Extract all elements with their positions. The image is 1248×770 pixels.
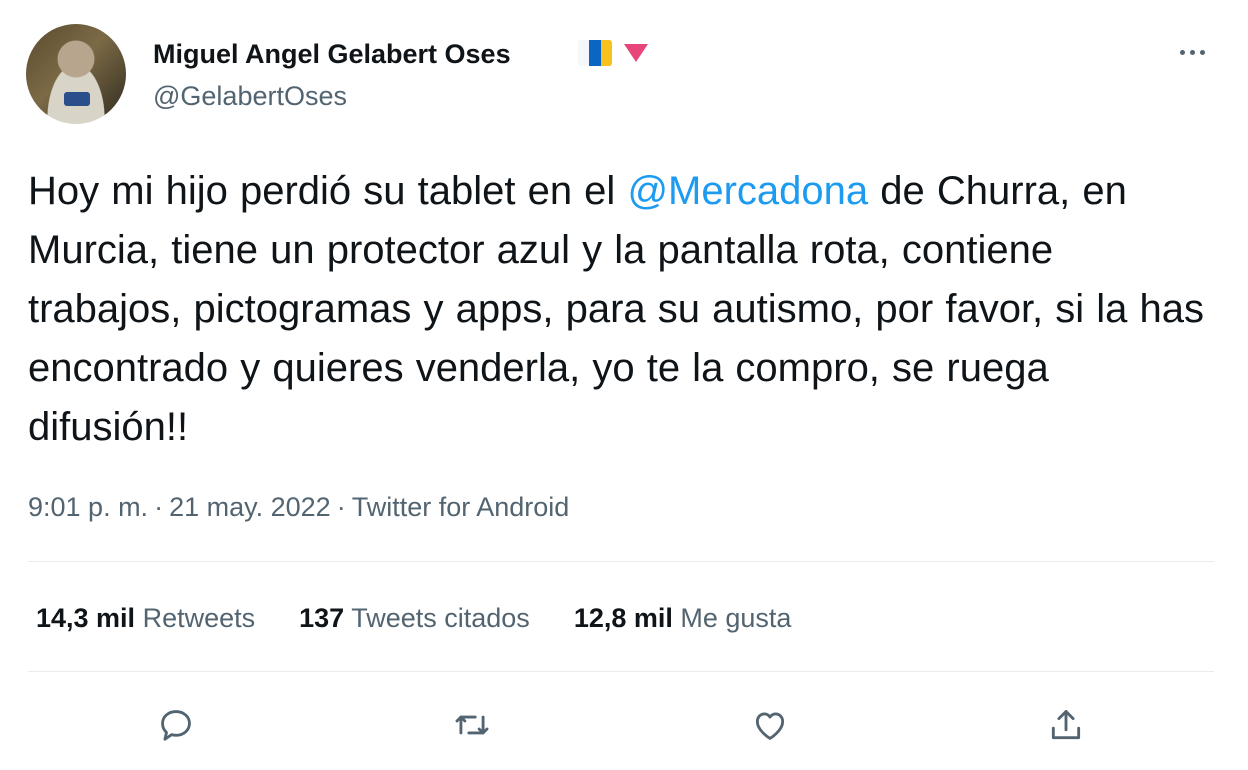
meta-separator: · (336, 492, 346, 522)
more-options-button[interactable] (1170, 38, 1214, 66)
like-icon (755, 712, 785, 740)
tweet-source[interactable]: Twitter for Android (352, 492, 570, 522)
mention-link[interactable]: @Mercadona (627, 169, 868, 213)
share-icon (1051, 710, 1081, 740)
divider (28, 671, 1214, 672)
retweets-label: Retweets (142, 603, 256, 633)
tweet-meta: 9:01 p. m. · 21 may. 2022 · Twitter for Andr… (28, 490, 569, 524)
tweet-date[interactable]: 21 may. 2022 (169, 492, 331, 522)
reply-icon (161, 710, 191, 741)
share-button[interactable] (1041, 700, 1091, 750)
more-dot-icon (1199, 49, 1205, 55)
retweet-button[interactable] (447, 700, 497, 750)
retweet-icon (455, 715, 489, 735)
engagement-stats: 14,3 mil Retweets 137 Tweets citados 12,… (36, 601, 835, 635)
likes-label: Me gusta (680, 603, 792, 633)
tweet-text-part: Hoy mi hijo perdió su tablet en el (28, 169, 628, 213)
quotes-stat[interactable]: 137 Tweets citados (299, 601, 530, 635)
red-triangle-icon (624, 44, 648, 62)
quotes-label: Tweets citados (351, 603, 530, 633)
more-dot-icon (1189, 49, 1195, 55)
avatar-shirt (64, 92, 90, 106)
like-button[interactable] (745, 700, 795, 750)
canary-islands-flag-icon (578, 40, 612, 66)
more-dot-icon (1179, 49, 1185, 55)
meta-separator: · (154, 492, 164, 522)
avatar[interactable] (26, 24, 126, 124)
action-bar (0, 700, 1248, 750)
retweets-count: 14,3 mil (36, 603, 136, 633)
divider (28, 561, 1214, 562)
author-display-name[interactable]: Miguel Angel Gelabert Oses (153, 38, 511, 70)
retweets-stat[interactable]: 14,3 mil Retweets (36, 601, 255, 635)
reply-button[interactable] (151, 700, 201, 750)
tweet-text: Hoy mi hijo perdió su tablet en el @Merc… (28, 162, 1208, 457)
tweet-card: Miguel Angel Gelabert Oses @GelabertOses… (0, 0, 1248, 770)
likes-count: 12,8 mil (573, 603, 673, 633)
tweet-time[interactable]: 9:01 p. m. (28, 492, 148, 522)
likes-stat[interactable]: 12,8 mil Me gusta (574, 601, 792, 635)
quotes-count: 137 (299, 603, 345, 633)
author-handle[interactable]: @GelabertOses (153, 80, 347, 112)
